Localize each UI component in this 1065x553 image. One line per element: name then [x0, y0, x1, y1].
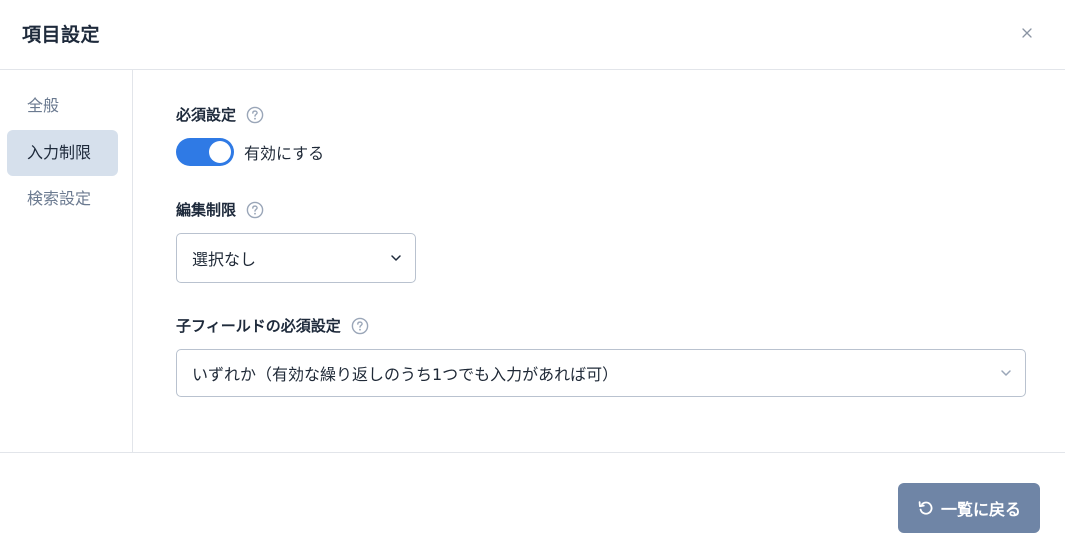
dialog-header: 項目設定 [0, 0, 1065, 70]
close-icon [1022, 28, 1032, 38]
edit-restriction-value: 選択なし [192, 250, 257, 269]
sidebar-item-input-restriction[interactable]: 入力制限 [7, 130, 118, 176]
sidebar: 全般 入力制限 検索設定 [0, 70, 133, 452]
undo-icon [918, 501, 933, 515]
back-to-list-button[interactable]: 一覧に戻る [898, 483, 1040, 533]
required-section-label: 必須設定 [176, 104, 264, 125]
settings-content: 必須設定 有効にする 編集制限 選択なし 子フィールドの必須設定 いずれか（有効… [133, 70, 1065, 452]
edit-restriction-section-label: 編集制限 [176, 199, 264, 220]
child-required-section-label: 子フィールドの必須設定 [176, 315, 369, 336]
edit-restriction-label: 編集制限 [176, 201, 237, 219]
child-required-value: いずれか（有効な繰り返しのうち1つでも入力があれば可） [192, 365, 619, 384]
back-to-list-label: 一覧に戻る [940, 500, 1021, 519]
chevron-down-icon [1001, 370, 1011, 376]
dialog-footer: 一覧に戻る [0, 452, 1065, 553]
help-icon[interactable] [246, 201, 264, 219]
chevron-down-icon [391, 255, 401, 261]
required-toggle[interactable] [176, 138, 234, 166]
sidebar-item-search-settings[interactable]: 検索設定 [7, 176, 118, 222]
required-toggle-row: 有効にする [176, 138, 324, 166]
help-icon[interactable] [351, 317, 369, 335]
child-required-label: 子フィールドの必須設定 [176, 317, 341, 335]
edit-restriction-select[interactable]: 選択なし [176, 233, 416, 283]
toggle-knob [209, 141, 231, 163]
child-required-select[interactable]: いずれか（有効な繰り返しのうち1つでも入力があれば可） [176, 349, 1026, 397]
close-button[interactable] [1014, 20, 1040, 46]
sidebar-item-general[interactable]: 全般 [7, 83, 118, 129]
required-toggle-label: 有効にする [244, 144, 325, 163]
help-icon[interactable] [246, 106, 264, 124]
required-label: 必須設定 [176, 106, 237, 124]
dialog-title: 項目設定 [22, 24, 101, 46]
